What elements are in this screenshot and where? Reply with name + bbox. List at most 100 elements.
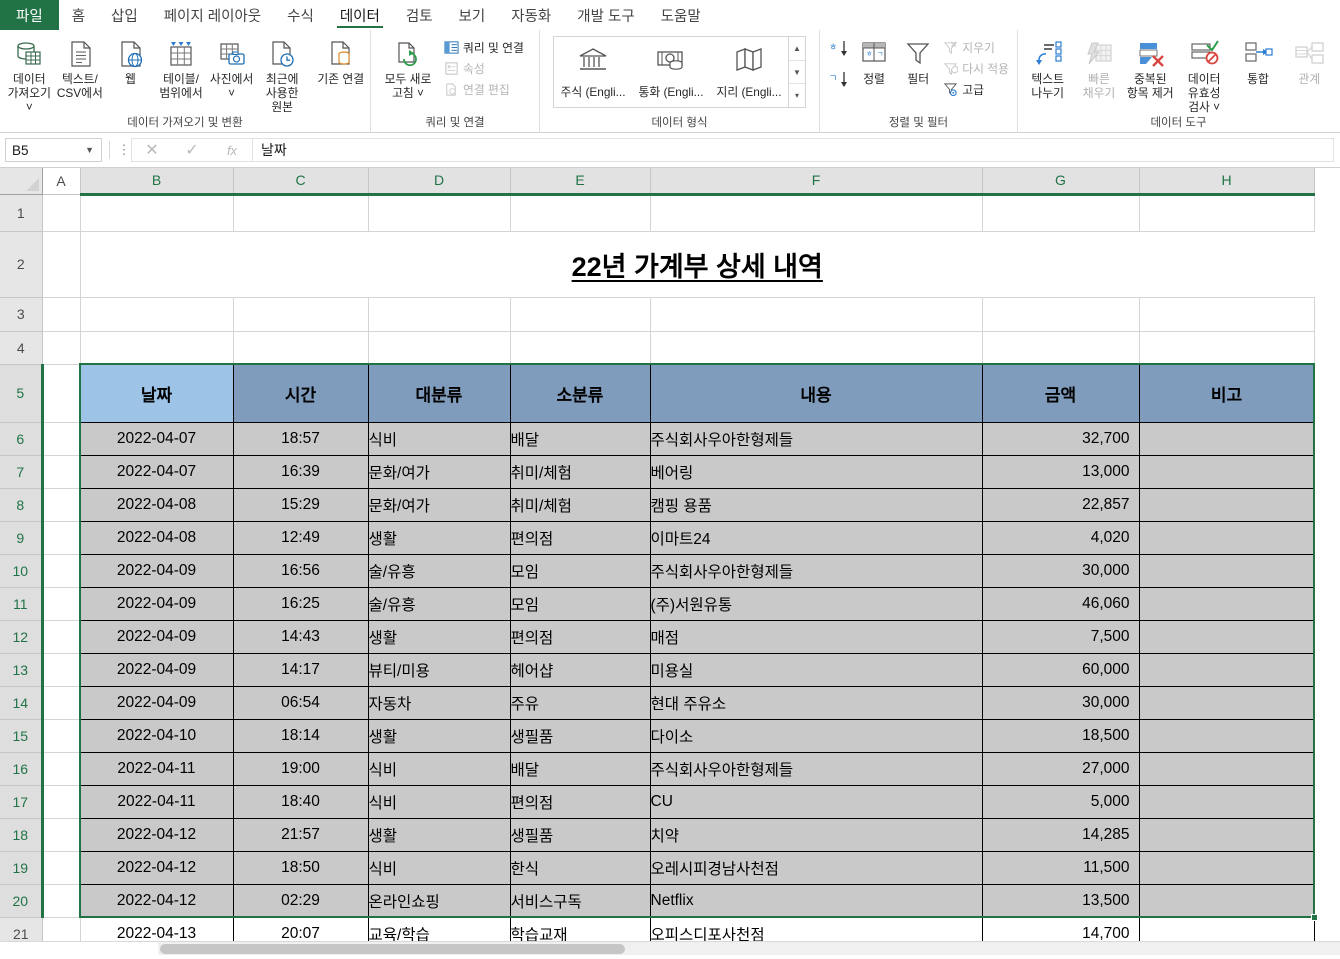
- queries-connections-button[interactable]: 쿼리 및 연결: [441, 37, 528, 58]
- table-header-time[interactable]: 시간: [232, 363, 369, 423]
- cell-minor-category-18[interactable]: 생필품: [510, 818, 651, 852]
- refresh-all-button[interactable]: 모두 새로 고침 ˅: [375, 35, 441, 100]
- cell-minor-category-7[interactable]: 취미/체험: [510, 455, 651, 489]
- cell-major-category-18[interactable]: 생활: [368, 818, 511, 852]
- cell-amount-15[interactable]: 18,500: [982, 719, 1140, 753]
- row-header-10[interactable]: 10: [0, 554, 44, 588]
- cell-a10[interactable]: [42, 554, 81, 588]
- cell-g3[interactable]: [982, 297, 1140, 332]
- cell-h3[interactable]: [1139, 297, 1315, 332]
- cell-note-16[interactable]: [1139, 752, 1315, 786]
- tab-page-layout[interactable]: 페이지 레이아웃: [151, 0, 274, 30]
- column-header-e[interactable]: E: [510, 168, 651, 196]
- cell-major-category-11[interactable]: 술/유흥: [368, 587, 511, 621]
- chevron-down-icon[interactable]: ▼: [85, 145, 94, 155]
- cell-amount-9[interactable]: 4,020: [982, 521, 1140, 555]
- cell-a19[interactable]: [42, 851, 81, 885]
- cell-time-6[interactable]: 18:57: [233, 422, 369, 456]
- cell-amount-12[interactable]: 7,500: [982, 620, 1140, 654]
- gallery-more-icon[interactable]: ▾: [789, 84, 805, 107]
- cell-description-20[interactable]: Netflix: [650, 884, 983, 918]
- cell-major-category-20[interactable]: 온라인쇼핑: [368, 884, 511, 918]
- cell-description-19[interactable]: 오레시피경남사천점: [650, 851, 983, 885]
- cell-major-category-9[interactable]: 생활: [368, 521, 511, 555]
- cell-date-17[interactable]: 2022-04-11: [79, 785, 234, 819]
- row-header-14[interactable]: 14: [0, 686, 44, 720]
- column-header-b[interactable]: B: [80, 168, 234, 196]
- cell-date-8[interactable]: 2022-04-08: [79, 488, 234, 522]
- cell-a2[interactable]: [42, 231, 81, 298]
- cell-major-category-8[interactable]: 문화/여가: [368, 488, 511, 522]
- cell-time-15[interactable]: 18:14: [233, 719, 369, 753]
- cell-major-category-19[interactable]: 식비: [368, 851, 511, 885]
- cell-note-13[interactable]: [1139, 653, 1315, 687]
- row-header-17[interactable]: 17: [0, 785, 44, 819]
- cell-description-6[interactable]: 주식회사우아한형제들: [650, 422, 983, 456]
- cell-note-17[interactable]: [1139, 785, 1315, 819]
- row-header-15[interactable]: 15: [0, 719, 44, 753]
- row-header-11[interactable]: 11: [0, 587, 44, 621]
- cell-date-6[interactable]: 2022-04-07: [79, 422, 234, 456]
- name-box[interactable]: B5 ▼: [5, 138, 102, 162]
- cell-a9[interactable]: [42, 521, 81, 555]
- cell-date-19[interactable]: 2022-04-12: [79, 851, 234, 885]
- cell-description-7[interactable]: 베어링: [650, 455, 983, 489]
- cell-date-18[interactable]: 2022-04-12: [79, 818, 234, 852]
- cell-a3[interactable]: [42, 297, 81, 332]
- cell-time-18[interactable]: 21:57: [233, 818, 369, 852]
- cell-date-12[interactable]: 2022-04-09: [79, 620, 234, 654]
- cell-amount-16[interactable]: 27,000: [982, 752, 1140, 786]
- table-header-amount[interactable]: 금액: [981, 363, 1140, 423]
- cell-minor-category-8[interactable]: 취미/체험: [510, 488, 651, 522]
- get-data-button[interactable]: 데이터 가져오기 ˅: [4, 35, 55, 114]
- column-header-d[interactable]: D: [368, 168, 511, 196]
- row-header-12[interactable]: 12: [0, 620, 44, 654]
- cell-f3[interactable]: [650, 297, 983, 332]
- row-header-9[interactable]: 9: [0, 521, 44, 555]
- cell-major-category-10[interactable]: 술/유흥: [368, 554, 511, 588]
- cell-a16[interactable]: [42, 752, 81, 786]
- row-header-2[interactable]: 2: [0, 231, 43, 298]
- cell-time-13[interactable]: 14:17: [233, 653, 369, 687]
- enter-icon[interactable]: ✓: [172, 139, 212, 161]
- cell-amount-7[interactable]: 13,000: [982, 455, 1140, 489]
- cell-major-category-7[interactable]: 문화/여가: [368, 455, 511, 489]
- cell-amount-20[interactable]: 13,500: [982, 884, 1140, 918]
- existing-connections-button[interactable]: 기존 연결: [315, 35, 366, 86]
- cell-amount-19[interactable]: 11,500: [982, 851, 1140, 885]
- cell-note-10[interactable]: [1139, 554, 1315, 588]
- scroll-down-icon[interactable]: ▼: [789, 61, 805, 85]
- cell-note-18[interactable]: [1139, 818, 1315, 852]
- cell-note-7[interactable]: [1139, 455, 1315, 489]
- cell-description-14[interactable]: 현대 주유소: [650, 686, 983, 720]
- cell-a11[interactable]: [42, 587, 81, 621]
- tab-automate[interactable]: 자동화: [498, 0, 564, 30]
- table-header-major[interactable]: 대분류: [367, 363, 511, 423]
- formula-input[interactable]: 날짜: [252, 138, 1334, 162]
- cell-a13[interactable]: [42, 653, 81, 687]
- table-header-date[interactable]: 날짜: [79, 363, 234, 423]
- cell-amount-14[interactable]: 30,000: [982, 686, 1140, 720]
- cell-amount-18[interactable]: 14,285: [982, 818, 1140, 852]
- geography-data-type[interactable]: 지리 (Engli...: [710, 37, 788, 107]
- cell-minor-category-11[interactable]: 모임: [510, 587, 651, 621]
- tab-review[interactable]: 검토: [393, 0, 446, 30]
- cell-d4[interactable]: [368, 331, 511, 365]
- cell-h1[interactable]: [1139, 194, 1315, 232]
- cell-minor-category-15[interactable]: 생필품: [510, 719, 651, 753]
- cell-b4[interactable]: [80, 331, 234, 365]
- cell-amount-6[interactable]: 32,700: [982, 422, 1140, 456]
- cell-major-category-16[interactable]: 식비: [368, 752, 511, 786]
- cell-minor-category-17[interactable]: 편의점: [510, 785, 651, 819]
- cell-time-16[interactable]: 19:00: [233, 752, 369, 786]
- cell-major-category-15[interactable]: 생활: [368, 719, 511, 753]
- spreadsheet-grid[interactable]: A B C D E F G H 1 2 22년 가계부 상세 내역 3 4 5 …: [0, 168, 1340, 955]
- cell-description-11[interactable]: (주)서원유통: [650, 587, 983, 621]
- row-header-18[interactable]: 18: [0, 818, 44, 852]
- cell-time-10[interactable]: 16:56: [233, 554, 369, 588]
- cell-b3[interactable]: [80, 297, 234, 332]
- column-header-c[interactable]: C: [233, 168, 369, 196]
- cell-description-18[interactable]: 치약: [650, 818, 983, 852]
- cell-description-9[interactable]: 이마트24: [650, 521, 983, 555]
- row-header-1[interactable]: 1: [0, 194, 43, 232]
